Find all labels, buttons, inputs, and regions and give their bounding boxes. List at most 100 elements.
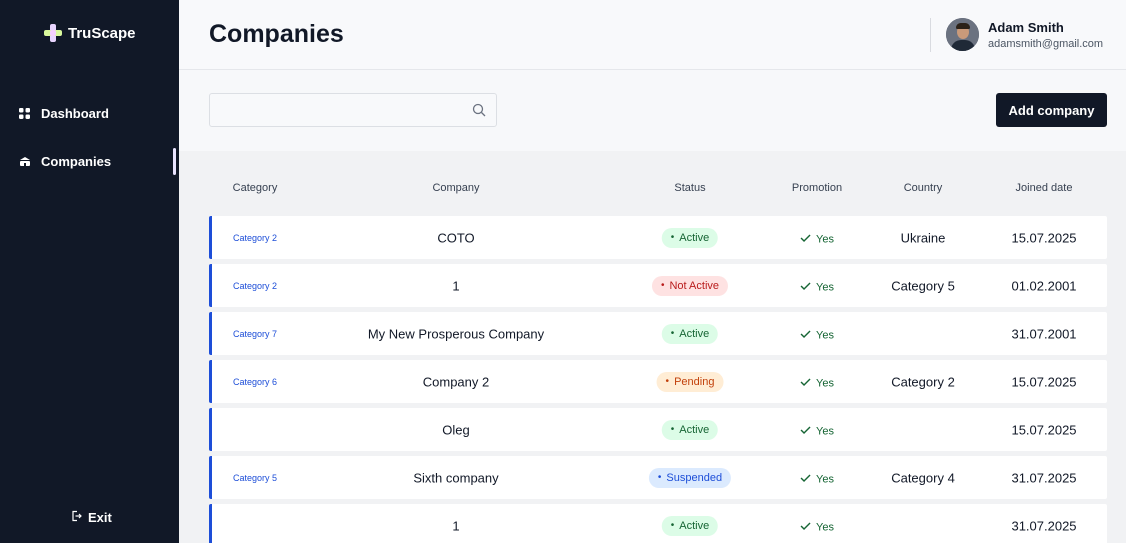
search-input[interactable] — [209, 93, 497, 127]
status-dot-icon: • — [670, 520, 675, 531]
column-header-promotion: Promotion — [791, 182, 843, 194]
sidebar-item-label: Dashboard — [41, 106, 109, 121]
user-email: adamsmith@gmail.com — [988, 38, 1104, 50]
column-header-company: Company — [432, 182, 480, 194]
promotion-label: Yes — [816, 473, 834, 485]
promotion-label: Yes — [816, 521, 834, 533]
company-cell: 1 — [452, 518, 460, 533]
joined-date-cell: 15.07.2025 — [1011, 422, 1077, 437]
country-cell: Category 5 — [891, 278, 955, 293]
table-row[interactable]: Category 5 Sixth company • Suspended Yes Cate… — [209, 456, 1107, 499]
status-badge: • Not Active — [651, 275, 729, 296]
column-header-category: Category — [232, 182, 278, 194]
column-header-joined-date: Joined date — [1015, 182, 1073, 194]
status-cell: • Active — [661, 515, 719, 536]
status-cell: • Active — [661, 227, 719, 248]
sidebar: TruScape Dashboard Companies Exit — [0, 0, 179, 543]
checkmark-icon — [800, 233, 811, 245]
header-divider — [930, 18, 931, 52]
status-label: Active — [679, 423, 710, 436]
status-dot-icon: • — [665, 376, 670, 387]
active-indicator — [173, 148, 176, 175]
sidebar-item-dashboard[interactable]: Dashboard — [18, 106, 109, 121]
promotion-label: Yes — [816, 425, 834, 437]
promotion-cell: Yes — [800, 230, 834, 245]
promotion-cell: Yes — [800, 326, 834, 341]
status-label: Not Active — [669, 279, 720, 292]
grid-icon — [18, 107, 31, 120]
promotion-label: Yes — [816, 377, 834, 389]
category-cell: Category 6 — [233, 376, 278, 387]
joined-date-cell: 15.07.2025 — [1011, 374, 1077, 389]
category-cell: Category 5 — [233, 472, 278, 483]
company-cell: 1 — [452, 278, 460, 293]
status-dot-icon: • — [670, 424, 675, 435]
status-badge: • Active — [661, 323, 719, 344]
status-label: Suspended — [666, 471, 723, 484]
checkmark-icon — [800, 377, 811, 389]
table-row[interactable]: Category 7 My New Prosperous Company • Acti… — [209, 312, 1107, 355]
status-badge: • Active — [661, 515, 719, 536]
status-label: Active — [679, 519, 710, 532]
status-dot-icon: • — [670, 328, 675, 339]
exit-button[interactable]: Exit — [71, 510, 112, 525]
sidebar-item-companies[interactable]: Companies — [18, 154, 111, 169]
company-cell: Sixth company — [413, 470, 499, 485]
joined-date-cell: 31.07.2001 — [1011, 326, 1077, 341]
joined-date-cell: 31.07.2025 — [1011, 518, 1077, 533]
logo-icon — [44, 24, 62, 42]
status-label: Pending — [674, 375, 715, 388]
table-row[interactable]: Category 2 COTO • Active Yes Ukraine 15.07.202… — [209, 216, 1107, 259]
status-cell: • Active — [661, 419, 719, 440]
checkmark-icon — [800, 473, 811, 485]
user-name: Adam Smith — [988, 20, 1064, 35]
company-cell: COTO — [437, 230, 475, 245]
joined-date-cell: 01.02.2001 — [1011, 278, 1077, 293]
table-row[interactable]: 1 • Active Yes 31.07.2025 — [209, 504, 1107, 543]
status-cell: • Active — [661, 323, 719, 344]
avatar[interactable] — [946, 18, 979, 51]
promotion-label: Yes — [816, 233, 834, 245]
status-dot-icon: • — [660, 280, 665, 291]
company-cell: Company 2 — [422, 374, 490, 389]
status-badge: • Active — [661, 419, 719, 440]
promotion-cell: Yes — [800, 422, 834, 437]
table-row[interactable]: Category 6 Company 2 • Pending Yes Category 2… — [209, 360, 1107, 403]
page-title: Companies — [209, 20, 344, 48]
column-header-country: Country — [903, 182, 943, 194]
exit-label: Exit — [88, 510, 112, 525]
status-dot-icon: • — [657, 472, 662, 483]
promotion-cell: Yes — [800, 278, 834, 293]
table-row[interactable]: Category 2 1 • Not Active Yes Category 5 01.02… — [209, 264, 1107, 307]
status-badge: • Suspended — [648, 467, 732, 488]
page-header: Companies Adam Smith adamsmith@gmail.com — [179, 0, 1126, 70]
column-header-status: Status — [674, 182, 706, 194]
joined-date-cell: 31.07.2025 — [1011, 470, 1077, 485]
building-icon — [18, 155, 31, 168]
sidebar-item-label: Companies — [41, 154, 112, 169]
country-cell: Category 4 — [891, 470, 955, 485]
add-company-button[interactable]: Add company — [996, 93, 1107, 127]
promotion-label: Yes — [816, 281, 834, 293]
category-cell: Category 2 — [233, 280, 278, 291]
promotion-cell: Yes — [800, 518, 834, 533]
status-dot-icon: • — [670, 232, 675, 243]
company-cell: Oleg — [442, 422, 470, 437]
checkmark-icon — [800, 281, 811, 293]
category-cell: Category 7 — [233, 328, 278, 339]
checkmark-icon — [800, 425, 811, 437]
country-cell: Ukraine — [900, 230, 946, 245]
promotion-cell: Yes — [800, 470, 834, 485]
category-cell: Category 2 — [233, 232, 278, 243]
table-row[interactable]: Oleg • Active Yes 15.07.2025 — [209, 408, 1107, 451]
status-badge: • Pending — [656, 371, 724, 392]
promotion-cell: Yes — [800, 374, 834, 389]
status-cell: • Pending — [656, 371, 724, 392]
status-cell: • Not Active — [651, 275, 729, 296]
status-badge: • Active — [661, 227, 719, 248]
checkmark-icon — [800, 329, 811, 341]
joined-date-cell: 15.07.2025 — [1011, 230, 1077, 245]
status-label: Active — [679, 231, 710, 244]
search-icon[interactable] — [472, 103, 486, 117]
app-logo[interactable]: TruScape — [44, 24, 136, 42]
